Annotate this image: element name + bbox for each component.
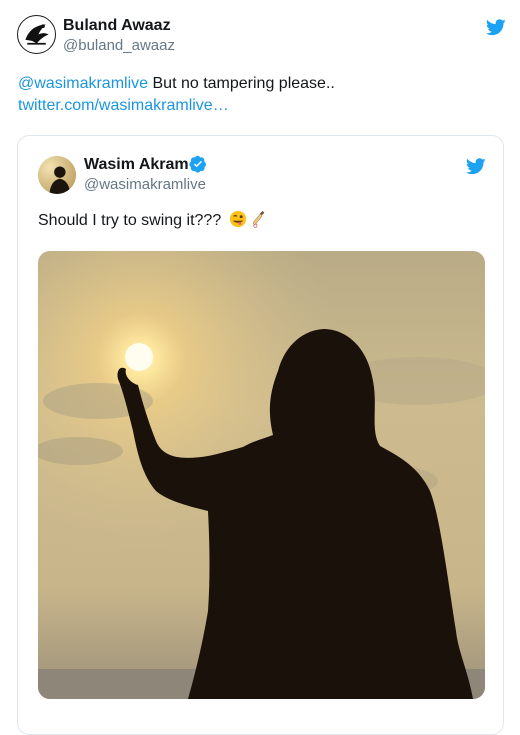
twitter-bird-icon[interactable] (486, 19, 506, 36)
cricket-bat-icon (253, 210, 265, 228)
quoted-author-handle[interactable]: @wasimakramlive (84, 176, 206, 193)
quoted-tweet-text: Should I try to swing it??? (38, 212, 222, 229)
author-name[interactable]: Buland Awaaz (63, 17, 171, 35)
mention-link[interactable]: @wasimakramlive (18, 75, 148, 92)
tweet-text: @wasimakramlive But no tampering please.… (18, 73, 335, 117)
twitter-bird-icon[interactable] (466, 158, 486, 175)
verified-badge-icon (189, 155, 207, 173)
quoted-author-name[interactable]: Wasim Akram (84, 156, 189, 174)
author-handle[interactable]: @buland_awaaz (63, 37, 175, 54)
quoted-tweet-link[interactable]: twitter.com/wasimakramlive… (18, 97, 229, 114)
wasim-akram-avatar[interactable] (38, 156, 76, 194)
tweet-body: But no tampering please.. (148, 75, 335, 92)
winking-face-with-tongue-icon (229, 210, 247, 228)
quoted-tweet-photo[interactable] (38, 251, 485, 699)
buland-awaaz-avatar[interactable] (17, 15, 56, 54)
